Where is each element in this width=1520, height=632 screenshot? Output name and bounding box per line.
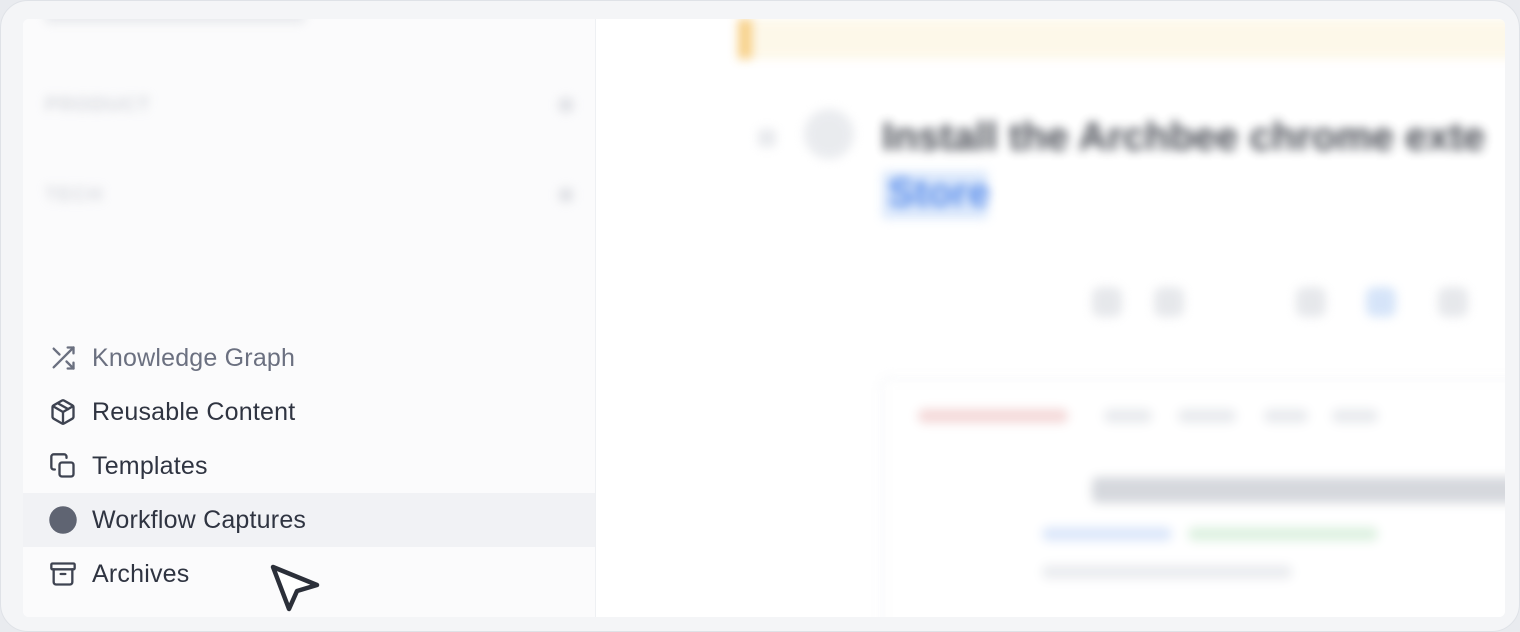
sidebar-item-templates[interactable]: Templates xyxy=(23,439,595,493)
embedded-card xyxy=(880,377,1505,617)
step-title-link-text: Store xyxy=(888,171,991,215)
card-meta xyxy=(1042,527,1172,541)
step-number-badge xyxy=(804,109,854,159)
step-title-link[interactable]: Store xyxy=(882,171,991,219)
toolbar-icon[interactable] xyxy=(1154,287,1184,317)
card-tab xyxy=(918,409,1068,423)
card-heading xyxy=(1092,477,1505,503)
sidebar-top-item xyxy=(45,19,305,23)
sidebar: PRODUCT TECH Knowledge Graph Reusable Co… xyxy=(23,19,596,617)
toolbar-icon[interactable] xyxy=(1296,287,1326,317)
sidebar-item-reusable-content[interactable]: Reusable Content xyxy=(23,385,595,439)
record-circle-icon xyxy=(47,504,79,536)
sidebar-sections-blurred: PRODUCT TECH xyxy=(23,19,595,309)
app-window: PRODUCT TECH Knowledge Graph Reusable Co… xyxy=(0,0,1520,632)
drag-handle-icon xyxy=(758,129,776,147)
card-meta xyxy=(1042,565,1292,579)
sidebar-item-label: Workflow Captures xyxy=(92,505,307,534)
shuffle-icon xyxy=(47,342,79,374)
sidebar-item-label: Archives xyxy=(92,559,190,588)
notice-banner xyxy=(738,19,1505,59)
toolbar-icon[interactable] xyxy=(1438,287,1468,317)
copy-icon xyxy=(47,450,79,482)
sidebar-item-workflow-captures[interactable]: Workflow Captures xyxy=(23,493,595,547)
step-title: Install the Archbee chrome exte xyxy=(882,115,1486,159)
sidebar-item-label: Reusable Content xyxy=(92,397,296,426)
chevron-icon xyxy=(559,98,573,112)
toolbar-icon[interactable] xyxy=(1366,287,1396,317)
app-viewport: PRODUCT TECH Knowledge Graph Reusable Co… xyxy=(23,19,1505,617)
sidebar-section-tech[interactable]: TECH xyxy=(45,181,573,209)
card-tab xyxy=(1264,409,1308,423)
card-tab xyxy=(1332,409,1378,423)
sidebar-item-label: Knowledge Graph xyxy=(92,343,296,372)
archive-box-icon xyxy=(47,558,79,590)
section-label: PRODUCT xyxy=(45,93,151,116)
cube-icon xyxy=(47,396,79,428)
main-content-blurred: Install the Archbee chrome exte Store xyxy=(596,19,1505,617)
card-tab xyxy=(1104,409,1152,423)
sidebar-item-label: Templates xyxy=(92,451,208,480)
section-label: TECH xyxy=(45,183,104,206)
mouse-pointer-icon xyxy=(270,564,320,612)
toolbar-icon[interactable] xyxy=(1092,287,1122,317)
card-tab xyxy=(1178,409,1236,423)
sidebar-section-product[interactable]: PRODUCT xyxy=(45,91,573,119)
chevron-icon xyxy=(559,188,573,202)
sidebar-item-knowledge-graph[interactable]: Knowledge Graph xyxy=(23,331,595,385)
card-meta xyxy=(1188,527,1378,541)
